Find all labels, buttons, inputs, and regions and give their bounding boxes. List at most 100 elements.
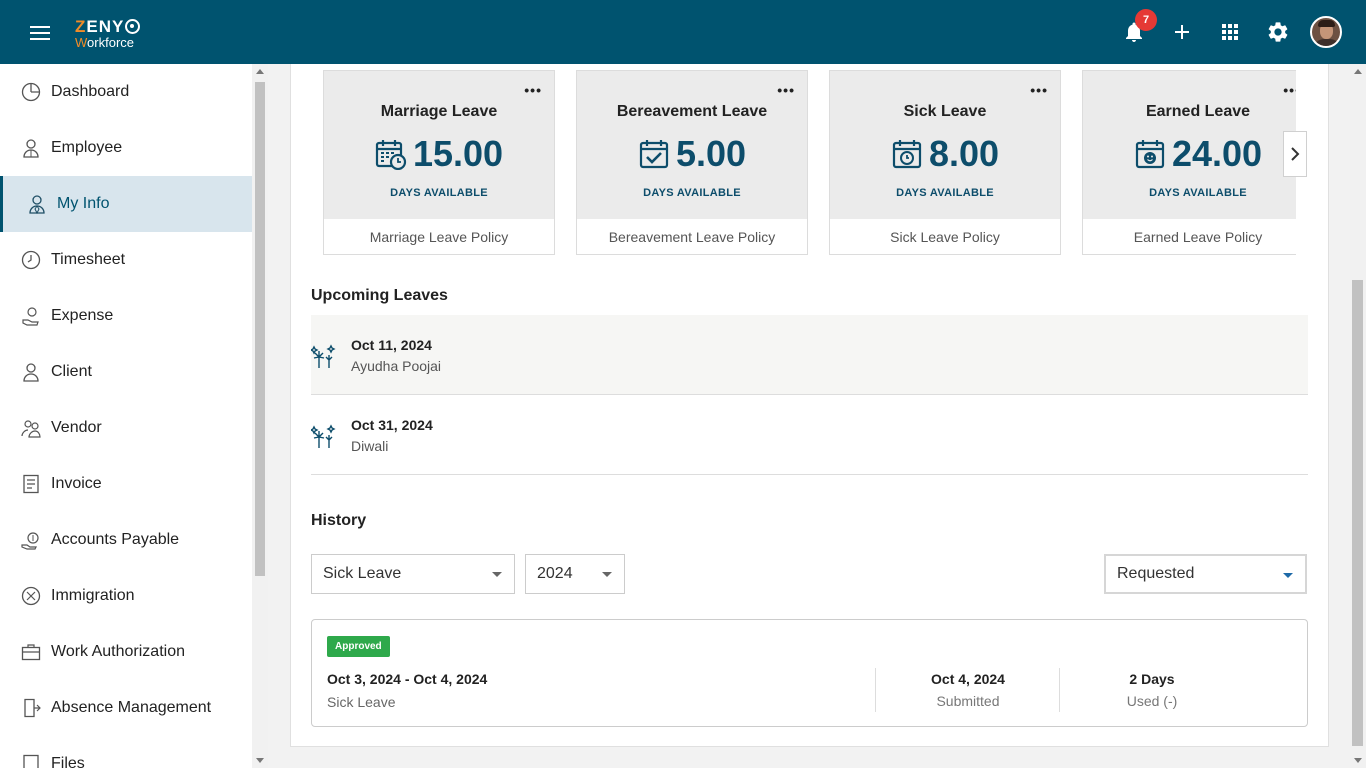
sidebar-item-immigration[interactable]: Immigration xyxy=(0,568,252,624)
year-select-value: 2024 xyxy=(537,565,573,582)
days-available-label: DAYS AVAILABLE xyxy=(1149,187,1247,199)
more-options-icon[interactable]: ••• xyxy=(1283,83,1296,97)
calendar-smile-icon xyxy=(1135,140,1165,169)
leave-policy-link[interactable]: Earned Leave Policy xyxy=(1083,219,1296,255)
upcoming-leave-name: Diwali xyxy=(351,438,389,454)
history-title: History xyxy=(311,512,367,529)
upcoming-leave-date: Oct 31, 2024 xyxy=(351,417,433,433)
sidebar-item-work-authorization[interactable]: Work Authorization xyxy=(0,624,252,680)
sidebar-item-label: Invoice xyxy=(51,475,102,492)
sidebar-item-invoice[interactable]: Invoice xyxy=(0,456,252,512)
sidebar-item-label: Vendor xyxy=(51,419,102,436)
days-used-value: 2 Days xyxy=(1129,671,1175,687)
days-available-label: DAYS AVAILABLE xyxy=(896,187,994,199)
upcoming-leave-item: Oct 31, 2024 Diwali xyxy=(311,395,1308,475)
leave-cards-carousel: ••• Marriage Leave 15.00 DAYS AVAILABLE … xyxy=(323,70,1296,256)
leave-card-value: 8.00 xyxy=(928,133,1000,174)
app-logo[interactable]: Z ENY Workforce xyxy=(75,18,141,49)
leave-type: Sick Leave xyxy=(327,694,396,710)
sidebar-item-timesheet[interactable]: Timesheet xyxy=(0,232,252,288)
status-select[interactable]: Requested xyxy=(1104,554,1307,594)
days-available-label: DAYS AVAILABLE xyxy=(390,187,488,199)
sidebar-item-label: My Info xyxy=(57,195,110,212)
user-avatar[interactable] xyxy=(1310,16,1342,48)
leave-card-title: Bereavement Leave xyxy=(616,103,768,120)
chevron-right-icon xyxy=(1291,147,1300,161)
leave-policy-link[interactable]: Marriage Leave Policy xyxy=(324,219,554,255)
sidebar: Dashboard Employee My Info Timesheet Exp… xyxy=(0,64,252,768)
sidebar-item-files[interactable]: Files xyxy=(0,736,252,768)
leave-card-title: Earned Leave xyxy=(1145,103,1251,120)
briefcase-icon xyxy=(21,642,41,662)
top-bar: Z ENY Workforce 7 xyxy=(0,0,1366,64)
sidebar-item-vendor[interactable]: Vendor xyxy=(0,400,252,456)
add-icon[interactable] xyxy=(1170,20,1194,44)
dropdown-caret-icon xyxy=(602,572,612,577)
days-available-label: DAYS AVAILABLE xyxy=(643,187,741,199)
dropdown-caret-icon xyxy=(1283,573,1293,578)
leave-policy-link[interactable]: Bereavement Leave Policy xyxy=(577,219,807,255)
year-select[interactable]: 2024 xyxy=(525,554,625,594)
sidebar-item-absence-management[interactable]: Absence Management xyxy=(0,680,252,736)
exit-door-icon xyxy=(21,698,41,718)
page-scrollbar[interactable] xyxy=(1350,64,1366,768)
settings-icon[interactable] xyxy=(1266,20,1290,44)
sidebar-item-client[interactable]: Client xyxy=(0,344,252,400)
status-select-value: Requested xyxy=(1117,565,1195,582)
leave-type-select[interactable]: Sick Leave xyxy=(311,554,515,594)
days-used-label: Used (-) xyxy=(1126,693,1178,709)
more-options-icon[interactable]: ••• xyxy=(777,83,795,97)
upcoming-leave-name: Ayudha Poojai xyxy=(351,358,442,374)
submitted-label: Submitted xyxy=(936,693,1000,709)
submitted-date: Oct 4, 2024 xyxy=(931,671,1005,687)
sidebar-item-label: Work Authorization xyxy=(51,643,185,660)
submitted-column: Oct 4, 2024 Submitted xyxy=(876,671,1060,709)
leave-policy-link[interactable]: Sick Leave Policy xyxy=(830,219,1060,255)
sidebar-item-label: Expense xyxy=(51,307,114,324)
history-record[interactable]: Approved Oct 3, 2024 - Oct 4, 2024 Sick … xyxy=(311,619,1308,727)
sidebar-item-expense[interactable]: Expense xyxy=(0,288,252,344)
upcoming-leave-date: Oct 11, 2024 xyxy=(351,337,432,353)
dashboard-icon xyxy=(21,82,41,102)
sidebar-item-employee[interactable]: Employee xyxy=(0,120,252,176)
leave-type-select-value: Sick Leave xyxy=(323,565,402,582)
leave-card-title: Sick Leave xyxy=(903,103,987,120)
leave-card-value: 15.00 xyxy=(412,133,504,174)
more-options-icon[interactable]: ••• xyxy=(1030,83,1048,97)
calendar-clock-icon xyxy=(892,140,922,169)
apps-grid-icon[interactable] xyxy=(1218,20,1242,44)
sidebar-item-label: Timesheet xyxy=(51,251,126,268)
employee-icon xyxy=(21,138,41,158)
sidebar-item-label: Dashboard xyxy=(51,83,130,100)
carousel-next-button[interactable] xyxy=(1283,131,1307,177)
status-badge: Approved xyxy=(327,636,390,657)
accounts-payable-icon xyxy=(21,530,41,550)
fireworks-icon xyxy=(311,424,336,448)
leave-card-bereavement: ••• Bereavement Leave 5.00 DAYS AVAILABL… xyxy=(576,70,808,255)
vendor-icon xyxy=(21,418,41,438)
fireworks-icon xyxy=(311,344,336,368)
leave-date-range: Oct 3, 2024 - Oct 4, 2024 xyxy=(327,671,488,687)
clock-icon xyxy=(21,250,41,270)
file-icon xyxy=(21,754,41,768)
sidebar-item-my-info[interactable]: My Info xyxy=(0,176,252,232)
invoice-icon xyxy=(21,474,41,494)
sidebar-item-dashboard[interactable]: Dashboard xyxy=(0,64,252,120)
sidebar-item-accounts-payable[interactable]: Accounts Payable xyxy=(0,512,252,568)
my-info-icon xyxy=(27,194,47,214)
client-icon xyxy=(21,362,41,382)
sidebar-item-label: Files xyxy=(51,755,85,768)
leave-card-value: 5.00 xyxy=(675,133,747,174)
sidebar-scrollbar[interactable] xyxy=(252,64,268,768)
sidebar-item-label: Employee xyxy=(51,139,123,156)
sidebar-item-label: Absence Management xyxy=(51,699,212,716)
menu-icon[interactable] xyxy=(30,26,50,40)
sidebar-item-label: Immigration xyxy=(51,587,135,604)
expense-icon xyxy=(21,306,41,326)
dropdown-caret-icon xyxy=(492,572,502,577)
more-options-icon[interactable]: ••• xyxy=(524,83,542,97)
sidebar-item-label: Accounts Payable xyxy=(51,531,180,548)
immigration-icon xyxy=(21,586,41,606)
upcoming-leaves-title: Upcoming Leaves xyxy=(311,287,448,304)
leave-card-title: Marriage Leave xyxy=(380,103,498,120)
